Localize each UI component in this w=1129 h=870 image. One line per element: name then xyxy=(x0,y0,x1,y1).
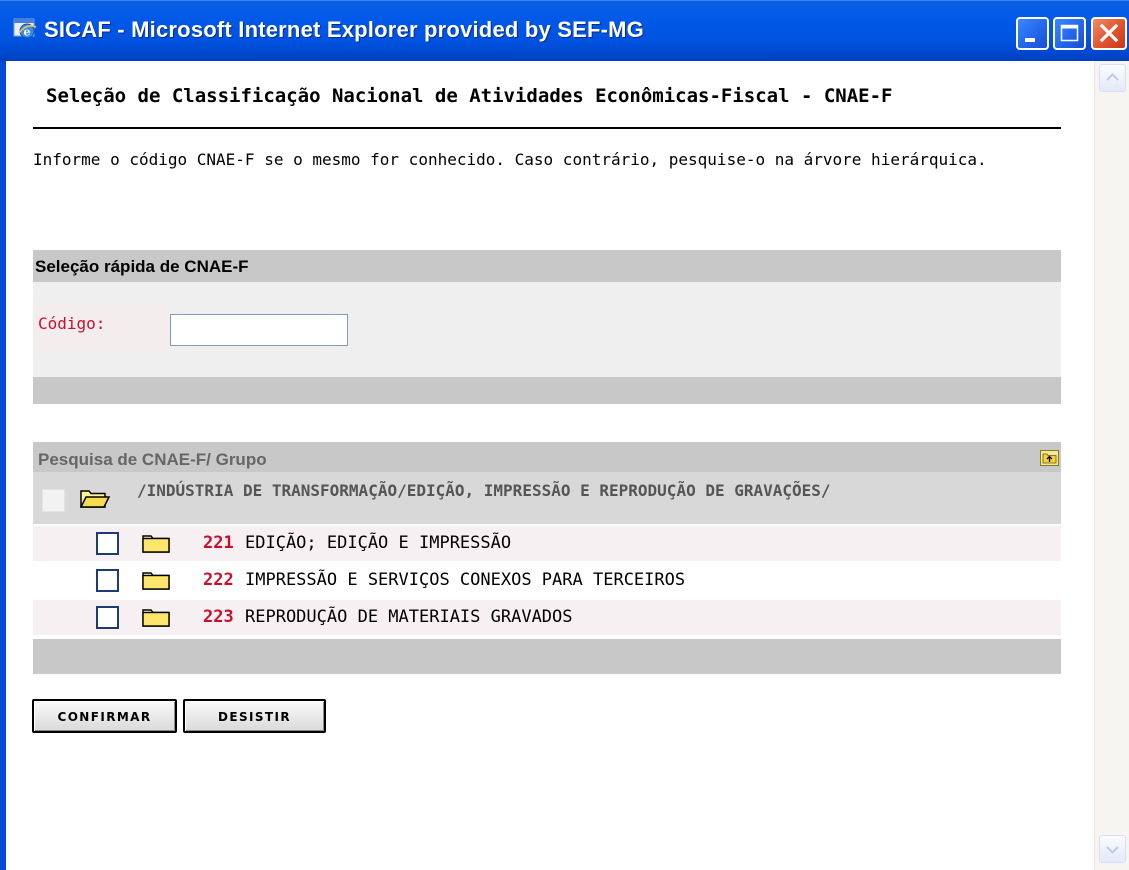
cnae-code[interactable]: 222 xyxy=(203,570,234,590)
search-header: Pesquisa de CNAE-F/ Grupo xyxy=(33,442,1061,472)
cnae-code[interactable]: 223 xyxy=(203,607,234,627)
confirm-button[interactable]: CONFIRMAR xyxy=(32,699,177,733)
current-path: /INDÚSTRIA DE TRANSFORMAÇÃO/EDIÇÃO, IMPR… xyxy=(137,481,831,500)
window-title: SICAF - Microsoft Internet Explorer prov… xyxy=(44,17,644,42)
quick-select-footer xyxy=(33,377,1061,404)
tree-row xyxy=(33,526,1061,561)
scroll-up-button[interactable] xyxy=(1099,64,1126,92)
cancel-button[interactable]: DESISTIR xyxy=(183,699,326,733)
instructions-text: Informe o código CNAE-F se o mesmo for c… xyxy=(33,150,987,169)
folder-up-icon[interactable] xyxy=(1040,450,1059,466)
folder-icon[interactable] xyxy=(141,569,171,591)
close-icon xyxy=(1099,23,1119,43)
close-button[interactable] xyxy=(1091,17,1127,50)
folder-icon[interactable] xyxy=(141,606,171,628)
maximize-icon xyxy=(1060,24,1079,42)
cnae-description[interactable]: EDIÇÃO; EDIÇÃO E IMPRESSÃO xyxy=(245,533,511,553)
code-label: Código: xyxy=(38,314,106,333)
folder-icon[interactable] xyxy=(141,532,171,554)
minimize-icon xyxy=(1025,38,1035,42)
window-border xyxy=(0,61,6,870)
title-bar[interactable]: e SICAF - Microsoft Internet Explorer pr… xyxy=(0,0,1129,61)
tree-row-checkbox[interactable] xyxy=(96,606,119,629)
minimize-button[interactable] xyxy=(1016,17,1049,50)
open-folder-icon xyxy=(79,490,111,508)
tree-row-checkbox[interactable] xyxy=(96,569,119,592)
tree-row-checkbox[interactable] xyxy=(96,532,119,555)
chevron-up-icon xyxy=(1106,73,1119,81)
title-divider xyxy=(33,127,1061,129)
vertical-scrollbar[interactable] xyxy=(1094,61,1129,870)
search-footer xyxy=(33,639,1061,674)
internet-explorer-icon: e xyxy=(13,18,37,39)
path-checkbox xyxy=(42,489,65,512)
maximize-button[interactable] xyxy=(1053,17,1086,50)
scroll-down-button[interactable] xyxy=(1099,835,1126,863)
quick-select-header: Seleção rápida de CNAE-F xyxy=(33,250,1061,282)
cnae-description[interactable]: REPRODUÇÃO DE MATERIAIS GRAVADOS xyxy=(245,607,573,627)
chevron-down-icon xyxy=(1106,846,1119,854)
code-input[interactable] xyxy=(170,314,348,346)
cnae-description[interactable]: IMPRESSÃO E SERVIÇOS CONEXOS PARA TERCEI… xyxy=(245,570,685,590)
cnae-code[interactable]: 221 xyxy=(203,533,234,553)
page-title: Seleção de Classificação Nacional de Ati… xyxy=(46,85,893,107)
